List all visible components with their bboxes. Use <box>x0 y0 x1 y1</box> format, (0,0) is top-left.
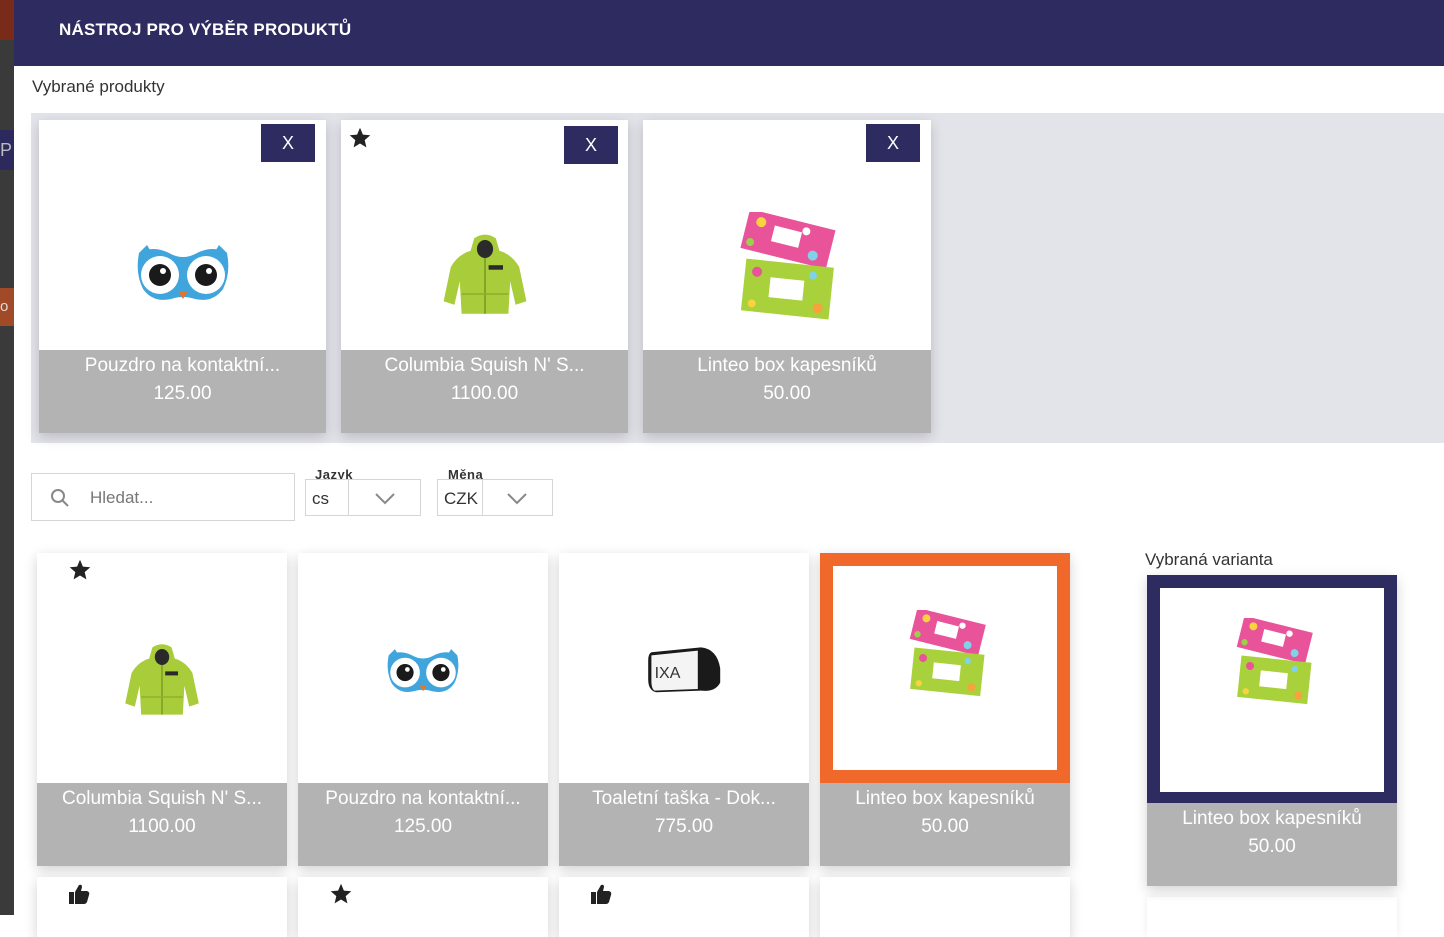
product-caption: Linteo box kapesníků 50.00 <box>643 350 931 433</box>
product-caption: Toaletní taška - Dok... 775.00 <box>559 783 809 866</box>
green-jacket-image <box>440 231 530 321</box>
product-card-highlighted[interactable]: Linteo box kapesníků 50.00 <box>820 553 1070 866</box>
star-icon <box>348 126 372 150</box>
product-card[interactable] <box>559 877 809 937</box>
search-input[interactable] <box>88 484 282 512</box>
search-icon <box>51 489 69 507</box>
product-price: 125.00 <box>153 383 212 404</box>
tissue-box-image <box>737 212 837 324</box>
green-jacket-image <box>122 641 202 721</box>
remove-button[interactable]: X <box>866 124 920 162</box>
product-image <box>1160 588 1384 792</box>
product-caption: Linteo box kapesníků 50.00 <box>820 783 1070 866</box>
background-logo-fragment <box>0 0 14 40</box>
product-card[interactable]: Pouzdro na kontaktní... 125.00 <box>298 553 548 866</box>
product-price: 50.00 <box>1248 836 1296 857</box>
product-image <box>37 553 287 783</box>
language-value: cs <box>312 489 329 508</box>
thumbs-up-icon <box>589 882 613 906</box>
selected-products-label: Vybrané produkty <box>32 77 165 96</box>
background-fragment: o <box>0 288 14 326</box>
search-field[interactable] <box>31 473 295 521</box>
currency-select[interactable]: CZK <box>437 479 553 516</box>
product-card[interactable] <box>298 877 548 937</box>
product-name: Linteo box kapesníků <box>1182 808 1362 829</box>
tissue-box-image <box>907 610 987 700</box>
highlight-frame <box>820 553 1070 783</box>
product-image <box>298 553 548 783</box>
toiletry-bag-image <box>644 641 726 697</box>
product-card[interactable] <box>820 877 1070 937</box>
star-icon <box>68 558 92 582</box>
star-icon <box>329 882 353 906</box>
currency-value: CZK <box>444 489 478 508</box>
product-image <box>833 566 1057 770</box>
product-caption: Columbia Squish N' S... 1100.00 <box>37 783 287 866</box>
product-name: Columbia Squish N' S... <box>61 788 263 809</box>
remove-button[interactable]: X <box>564 126 618 164</box>
language-select[interactable]: cs <box>305 479 421 516</box>
page-title: NÁSTROJ PRO VÝBĚR PRODUKTŮ <box>59 20 352 39</box>
product-name: Linteo box kapesníků <box>855 788 1035 809</box>
product-caption: Pouzdro na kontaktní... 125.00 <box>298 783 548 866</box>
product-name: Linteo box kapesníků <box>697 355 877 376</box>
product-price: 50.00 <box>763 383 811 404</box>
select-divider <box>482 480 483 515</box>
product-card[interactable] <box>1147 897 1397 937</box>
selected-product-card[interactable]: X Pouzdro na kontaktní... 125.00 <box>39 120 326 433</box>
selected-variant-card: Linteo box kapesníků 50.00 <box>1147 575 1397 886</box>
owl-lens-case-image <box>133 243 233 303</box>
product-caption: Linteo box kapesníků 50.00 <box>1147 803 1397 886</box>
remove-button[interactable]: X <box>261 124 315 162</box>
selected-variant-label: Vybraná varianta <box>1145 550 1273 569</box>
product-name: Pouzdro na kontaktní... <box>84 355 281 376</box>
thumbs-up-icon <box>67 882 91 906</box>
product-image <box>559 553 809 783</box>
select-divider <box>348 480 349 515</box>
background-fragment: P <box>0 130 14 170</box>
chevron-down-icon <box>507 493 527 505</box>
product-caption: Pouzdro na kontaktní... 125.00 <box>39 350 326 433</box>
product-price: 50.00 <box>921 816 969 837</box>
selected-product-card[interactable]: X Columbia Squish N' S... 1100.00 <box>341 120 628 433</box>
product-price: 775.00 <box>654 816 714 837</box>
product-name: Pouzdro na kontaktní... <box>325 788 521 809</box>
owl-lens-case-image <box>384 647 462 695</box>
product-card[interactable]: Columbia Squish N' S... 1100.00 <box>37 553 287 866</box>
product-caption: Columbia Squish N' S... 1100.00 <box>341 350 628 433</box>
background-page-strip: P o <box>0 0 14 915</box>
product-name: Columbia Squish N' S... <box>384 355 585 376</box>
tissue-box-image <box>1234 618 1314 708</box>
selected-product-card[interactable]: X Linteo box kapesníků 50.00 <box>643 120 931 433</box>
chevron-down-icon <box>375 493 395 505</box>
product-name: Toaletní taška - Dok... <box>592 788 776 809</box>
product-card[interactable]: Toaletní taška - Dok... 775.00 <box>559 553 809 866</box>
product-card[interactable] <box>37 877 287 937</box>
variant-frame <box>1147 575 1397 803</box>
product-price: 1100.00 <box>450 383 519 404</box>
app-header: NÁSTROJ PRO VÝBĚR PRODUKTŮ <box>14 0 1444 66</box>
product-price: 1100.00 <box>128 816 196 837</box>
product-price: 125.00 <box>393 816 453 837</box>
